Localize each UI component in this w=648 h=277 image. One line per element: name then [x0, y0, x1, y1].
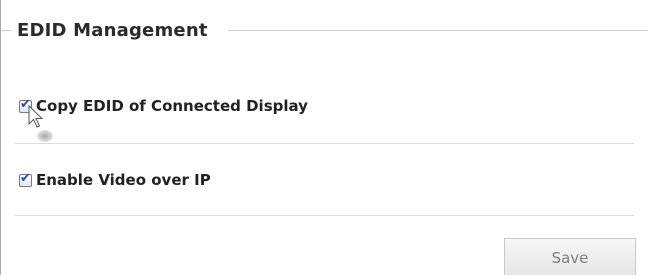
- option-divider: [15, 215, 634, 216]
- enable-video-over-ip-checkbox[interactable]: ✔: [19, 170, 32, 187]
- edid-management-panel: EDID Management ✔ Copy EDID of Connected…: [0, 0, 648, 275]
- checkmark-icon: ✔: [20, 170, 31, 186]
- save-button[interactable]: Save: [504, 238, 636, 275]
- cursor-shadow: [37, 130, 53, 142]
- fieldset-border-right: [228, 30, 648, 31]
- fieldset-border-left: [1, 30, 11, 31]
- mouse-pointer-icon: [28, 105, 44, 128]
- panel-title: EDID Management: [17, 20, 208, 41]
- enable-video-over-ip-label: Enable Video over IP: [36, 171, 211, 189]
- copy-edid-option[interactable]: ✔ Copy EDID of Connected Display: [19, 96, 308, 116]
- copy-edid-label: Copy EDID of Connected Display: [36, 97, 308, 115]
- option-divider: [15, 143, 634, 144]
- enable-video-over-ip-option[interactable]: ✔ Enable Video over IP: [19, 170, 211, 190]
